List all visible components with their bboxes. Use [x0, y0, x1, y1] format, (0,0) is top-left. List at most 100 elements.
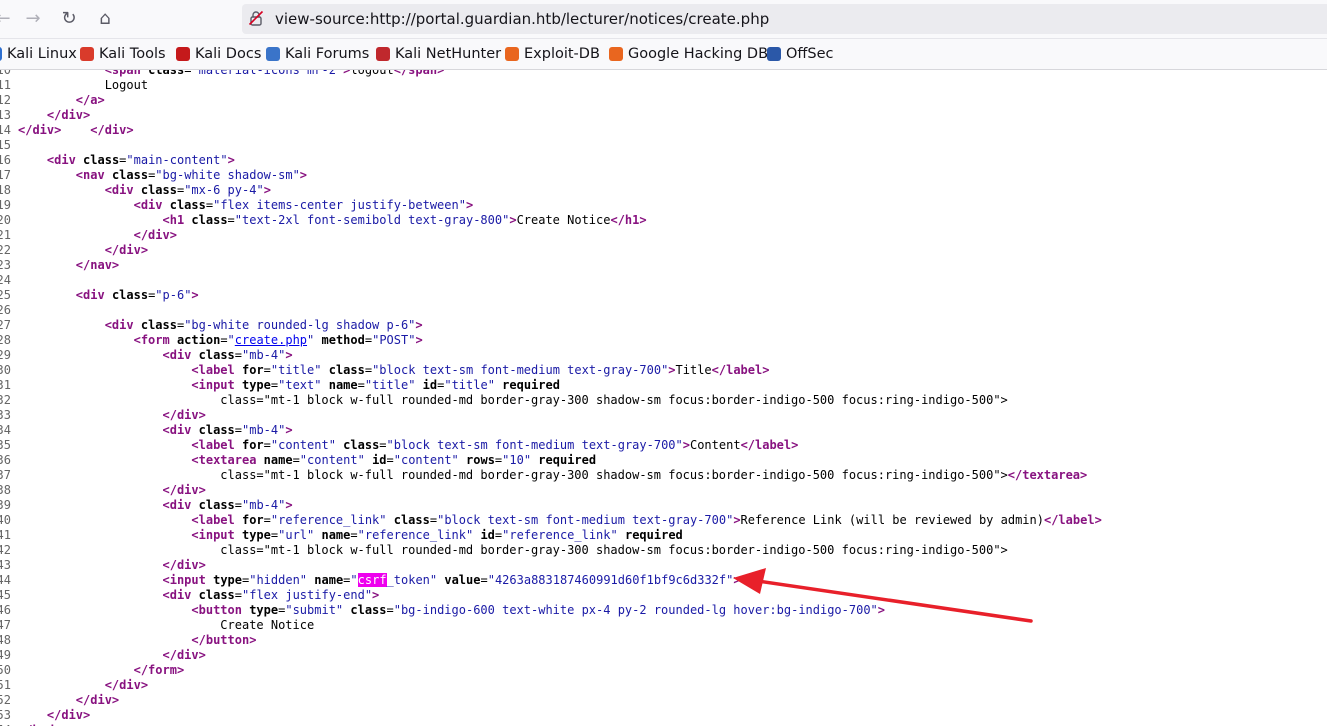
line-number: 49 [0, 648, 11, 662]
source-line: 13 </div> [0, 108, 1327, 123]
line-number: 32 [0, 393, 11, 407]
back-arrow-icon[interactable]: ← [0, 8, 14, 30]
source-line: 41 <input type="url" name="reference_lin… [0, 528, 1327, 543]
line-number: 19 [0, 198, 11, 212]
line-number: 18 [0, 183, 11, 197]
line-number: 50 [0, 663, 11, 677]
home-icon[interactable]: ⌂ [94, 8, 116, 30]
view-source-content: 10 <span class="material-icons mr-2">log… [0, 70, 1327, 726]
exploit-db-icon [505, 47, 519, 61]
reload-icon[interactable]: ↻ [58, 8, 80, 30]
line-number: 14 [0, 123, 11, 137]
source-line: 17 <nav class="bg-white shadow-sm"> [0, 168, 1327, 183]
line-code: </div> [46, 708, 91, 722]
line-number: 11 [0, 78, 11, 92]
url-text[interactable]: view-source:http://portal.guardian.htb/l… [275, 10, 769, 28]
bookmark-kali-tools[interactable]: Kali Tools [80, 45, 166, 63]
line-number: 23 [0, 258, 11, 272]
source-line: 20 <h1 class="text-2xl font-semibold tex… [0, 213, 1327, 228]
line-code: </div> [162, 558, 206, 572]
bookmark-label: Kali Forums [285, 46, 370, 62]
line-number: 36 [0, 453, 11, 467]
line-code: <div class="main-content"> [46, 153, 235, 167]
bookmark-exploit-db[interactable]: Exploit-DB [505, 45, 600, 63]
bookmarks-bar: Kali Linux Kali Tools Kali Docs Kali Forums… [0, 39, 1327, 70]
line-code: Create Notice [18, 618, 315, 632]
url-bar[interactable]: view-source:http://portal.guardian.htb/l… [242, 4, 1327, 34]
line-code: <div class="mb-4"> [162, 423, 293, 437]
bookmark-nethunter[interactable]: Kali NetHunter [376, 45, 501, 63]
kali-docs-icon [176, 47, 190, 61]
line-number: 13 [0, 108, 11, 122]
line-code: <div class="p-6"> [75, 288, 199, 302]
line-code: </form> [133, 663, 185, 677]
source-line: 35 <label for="content" class="block tex… [0, 438, 1327, 453]
line-code: </div> </div> [18, 123, 134, 137]
source-line: 11 Logout [0, 78, 1327, 93]
line-number: 44 [0, 573, 11, 587]
line-number: 40 [0, 513, 11, 527]
source-line: 39 <div class="mb-4"> [0, 498, 1327, 513]
line-number: 25 [0, 288, 11, 302]
source-line: 49 </div> [0, 648, 1327, 663]
line-code: <h1 class="text-2xl font-semibold text-g… [162, 213, 647, 227]
line-number: 45 [0, 588, 11, 602]
source-line: 21 </div> [0, 228, 1327, 243]
source-line: 30 <label for="title" class="block text-… [0, 363, 1327, 378]
line-number: 21 [0, 228, 11, 242]
line-number: 30 [0, 363, 11, 377]
ghdb-icon [609, 47, 623, 61]
source-line: 19 <div class="flex items-center justify… [0, 198, 1327, 213]
line-number: 53 [0, 708, 11, 722]
line-number: 12 [0, 93, 11, 107]
bookmark-label: Kali NetHunter [395, 46, 502, 62]
line-code: </div> [46, 108, 91, 122]
line-code: <span class="material-icons mr-2">logout… [104, 70, 445, 77]
line-number: 16 [0, 153, 11, 167]
source-line: 51 </div> [0, 678, 1327, 693]
line-code: <label for="title" class="block text-sm … [191, 363, 770, 377]
line-code: <div class="mb-4"> [162, 348, 293, 362]
line-number: 15 [0, 138, 11, 152]
source-line: 42 class="mt-1 block w-full rounded-md b… [0, 543, 1327, 558]
line-code: <label for="content" class="block text-s… [191, 438, 799, 452]
line-number: 34 [0, 423, 11, 437]
insecure-lock-icon [248, 10, 264, 26]
source-line: 45 <div class="flex justify-end"> [0, 588, 1327, 603]
line-code: <div class="flex justify-end"> [162, 588, 380, 602]
source-line: 31 <input type="text" name="title" id="t… [0, 378, 1327, 393]
source-line: 44 <input type="hidden" name="csrf_token… [0, 573, 1327, 588]
line-number: 51 [0, 678, 11, 692]
source-line: 10 <span class="material-icons mr-2">log… [0, 70, 1327, 78]
line-code: </div> [162, 648, 206, 662]
line-number: 41 [0, 528, 11, 542]
source-line: 36 <textarea name="content" id="content"… [0, 453, 1327, 468]
line-code: </div> [104, 678, 149, 692]
source-line: 16 <div class="main-content"> [0, 153, 1327, 168]
line-code: <div class="bg-white rounded-lg shadow p… [104, 318, 423, 332]
offsec-icon [767, 47, 781, 61]
line-code: </div> [75, 693, 120, 707]
source-line: 29 <div class="mb-4"> [0, 348, 1327, 363]
forward-arrow-icon[interactable]: → [22, 8, 44, 30]
bookmark-offsec[interactable]: OffSec [767, 45, 834, 63]
bookmark-kali-forums[interactable]: Kali Forums [266, 45, 369, 63]
source-line: 25 <div class="p-6"> [0, 288, 1327, 303]
source-line: 26 [0, 303, 1327, 318]
line-number: 46 [0, 603, 11, 617]
line-code: <input type="hidden" name="csrf_token" v… [162, 573, 741, 587]
bookmark-kali-dragon[interactable]: Kali Linux [0, 45, 77, 63]
line-number: 42 [0, 543, 11, 557]
line-number: 29 [0, 348, 11, 362]
source-line: 33 </div> [0, 408, 1327, 423]
line-code: </div> [162, 408, 206, 422]
source-line: 12 </a> [0, 93, 1327, 108]
line-number: 43 [0, 558, 11, 572]
bookmark-ghdb[interactable]: Google Hacking DB [609, 45, 768, 63]
bookmark-kali-docs[interactable]: Kali Docs [176, 45, 261, 63]
nethunter-icon [376, 47, 390, 61]
line-code: <div class="mb-4"> [162, 498, 293, 512]
source-line: 38 </div> [0, 483, 1327, 498]
kali-tools-icon [80, 47, 94, 61]
line-code: <textarea name="content" id="content" ro… [191, 453, 597, 467]
